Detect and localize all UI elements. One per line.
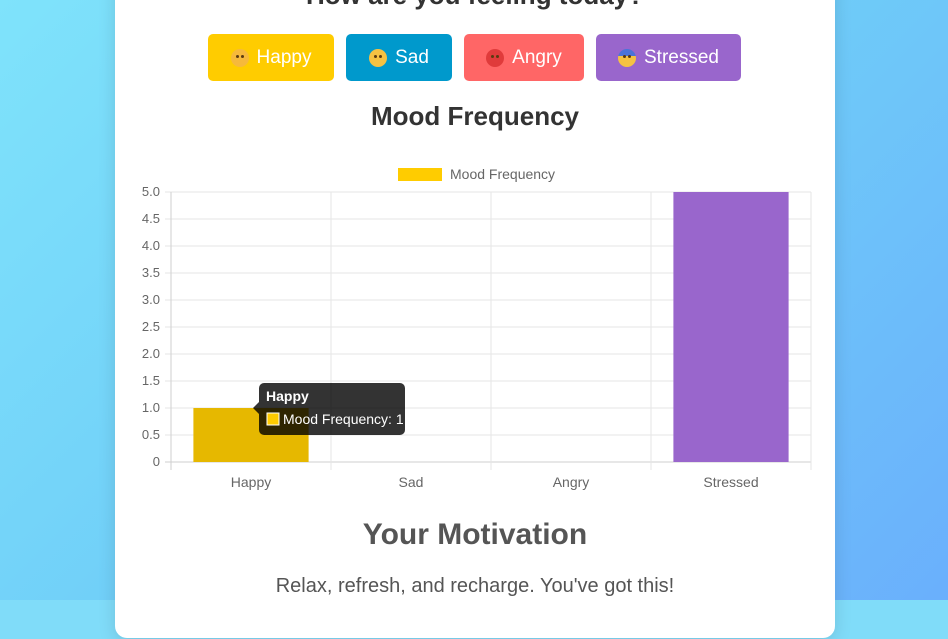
- x-tick-label: Happy: [231, 474, 271, 490]
- x-tick-label: Angry: [553, 474, 590, 490]
- motivation-text: Relax, refresh, and recharge. You've got…: [275, 575, 675, 597]
- tooltip-title: Happy: [266, 388, 309, 404]
- y-tick-label: 2.0: [142, 346, 160, 361]
- y-tick-label: 3.5: [142, 265, 160, 280]
- legend-label: Mood Frequency: [450, 166, 555, 182]
- tooltip-swatch: [266, 412, 280, 426]
- x-tick-label: Sad: [399, 474, 424, 490]
- legend-swatch: [398, 168, 442, 181]
- motivation-title: Your Motivation: [362, 518, 588, 551]
- x-tick-label: Stressed: [703, 474, 758, 490]
- y-tick-label: 5.0: [142, 184, 160, 199]
- tooltip-label: Mood Frequency: 1: [283, 411, 404, 427]
- y-tick-label: 2.5: [142, 319, 160, 334]
- y-tick-label: 4.0: [142, 238, 160, 253]
- bar-stressed: [673, 192, 789, 462]
- y-tick-label: 4.5: [142, 211, 160, 226]
- y-tick-label: 0.5: [142, 427, 160, 442]
- mood-frequency-chart: 0 0.5 1.0 1.5 2.0 2.5 3.0 3.5 4.0 4.5 5.0 Happy Sad A…: [142, 166, 812, 490]
- y-tick-label: 1.0: [142, 400, 160, 415]
- y-tick-label: 3.0: [142, 292, 160, 307]
- mood-tracker-card: How are you feeling today? Happy Sad Ang…: [115, 0, 835, 638]
- y-tick-label: 1.5: [142, 373, 160, 388]
- y-tick-label: 0: [153, 454, 160, 469]
